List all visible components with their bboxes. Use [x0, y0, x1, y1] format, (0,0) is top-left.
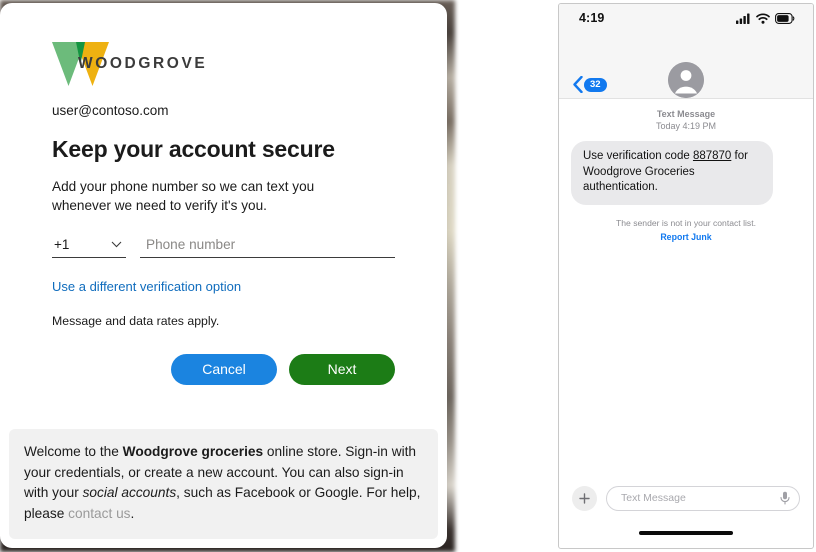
country-code-select[interactable]: +1	[52, 237, 126, 258]
message-thread: Text Message Today 4:19 PM Use verificat…	[559, 99, 813, 498]
message-input-wrapper[interactable]	[606, 485, 800, 511]
banner-brand-bold: Woodgrove groceries	[122, 444, 264, 459]
message-bubble: Use verification code 887870 for Woodgro…	[571, 141, 773, 205]
user-email: user@contoso.com	[52, 103, 169, 118]
welcome-banner: Welcome to the Woodgrove groceries onlin…	[9, 429, 438, 539]
welcome-banner-text: Welcome to the Woodgrove groceries onlin…	[24, 442, 423, 524]
conversation-header: 32 87892 ›	[559, 32, 813, 114]
message-composer	[559, 480, 813, 516]
message-text-before-code: Use verification code	[583, 150, 693, 162]
plus-icon	[579, 492, 590, 504]
unknown-sender-note: The sender is not in your contact list.	[616, 217, 756, 228]
signal-bars-icon	[736, 13, 750, 24]
chevron-down-icon	[111, 241, 122, 248]
home-indicator	[639, 531, 733, 535]
battery-icon	[775, 12, 795, 24]
wifi-icon	[756, 12, 770, 24]
phone-status-bar: 4:19	[559, 4, 813, 32]
phone-entry-row: +1	[52, 237, 395, 258]
add-attachment-button[interactable]	[572, 485, 597, 511]
banner-social-italic: social accounts	[82, 485, 177, 500]
report-junk-link[interactable]: Report Junk	[559, 232, 813, 242]
rates-note: Message and data rates apply.	[52, 314, 220, 328]
cancel-button[interactable]: Cancel	[171, 354, 277, 385]
signin-card: WOODGROVE user@contoso.com Keep your acc…	[0, 3, 447, 548]
brand-name: WOODGROVE	[78, 54, 208, 72]
microphone-icon[interactable]	[780, 491, 790, 505]
contact-us-link[interactable]: contact us	[68, 506, 130, 521]
country-code-value: +1	[54, 237, 70, 252]
banner-part-4: .	[130, 505, 135, 521]
different-verification-option-link[interactable]: Use a different verification option	[52, 279, 241, 294]
thread-timestamp: Text Message Today 4:19 PM	[559, 99, 813, 132]
banner-part-1: Welcome to the	[24, 444, 123, 459]
phone-number-input[interactable]	[140, 237, 395, 258]
action-buttons: Cancel Next	[52, 354, 395, 385]
brand-logo: WOODGROVE	[52, 41, 395, 87]
verification-code[interactable]: 887870	[693, 150, 731, 162]
person-avatar-icon	[668, 62, 704, 98]
status-time: 4:19	[579, 11, 605, 25]
status-icon-group	[736, 12, 795, 24]
page-description: Add your phone number so we can text you…	[52, 179, 315, 213]
phone-mockup: 4:19 32 Text Message Today 4:19 PM Use v…	[558, 3, 814, 549]
screen-root: WOODGROVE user@contoso.com Keep your acc…	[0, 0, 816, 552]
signin-card-body: WOODGROVE user@contoso.com Keep your acc…	[0, 3, 447, 385]
thread-time-label: Today 4:19 PM	[655, 121, 717, 131]
thread-type-label: Text Message	[656, 109, 716, 119]
message-input[interactable]	[619, 491, 780, 505]
page-title: Keep your account secure	[52, 136, 335, 162]
next-button[interactable]: Next	[289, 354, 395, 385]
